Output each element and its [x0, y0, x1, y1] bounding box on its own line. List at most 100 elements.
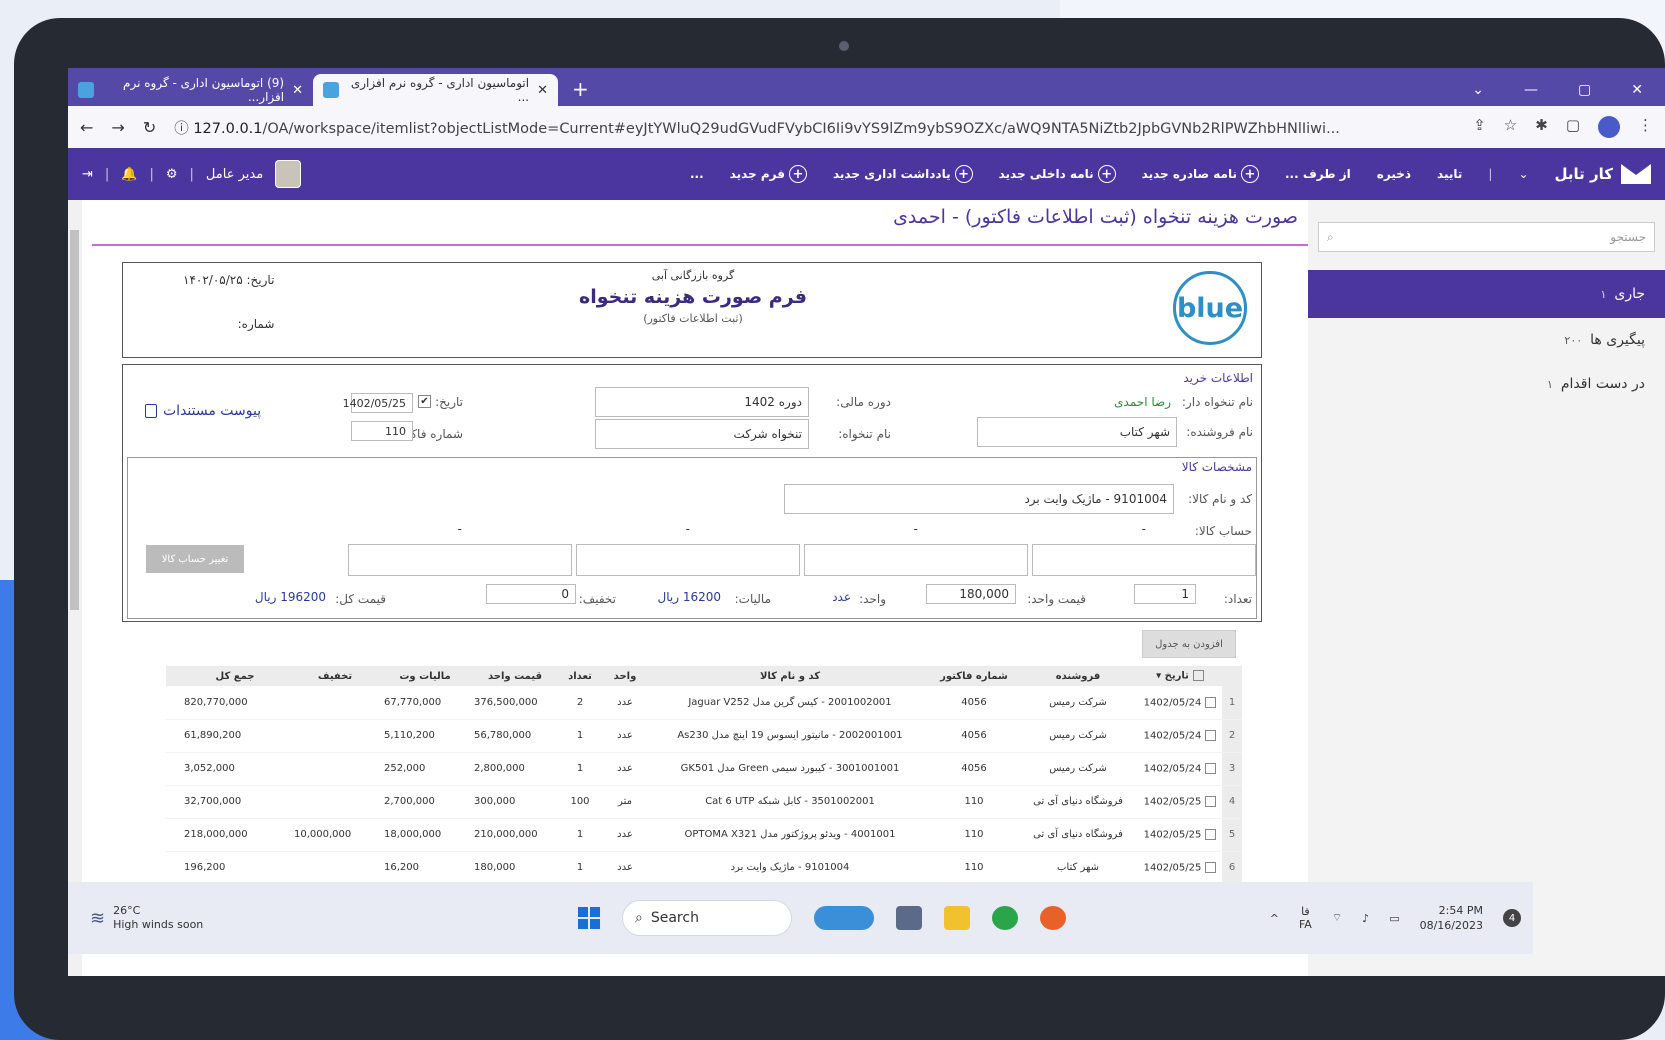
fiscal-field[interactable]: دوره 1402 [595, 387, 809, 417]
reload-icon[interactable]: ↻ [143, 118, 156, 137]
close-tab-icon[interactable]: ✕ [292, 83, 303, 98]
sidebar-item-current[interactable]: جاری ۱ [1308, 270, 1665, 318]
row-checkbox[interactable] [1205, 696, 1217, 708]
wifi-icon[interactable]: ⌔ [1332, 911, 1342, 925]
account-field-3[interactable] [576, 544, 800, 576]
chrome-icon[interactable] [992, 906, 1018, 930]
profile-avatar[interactable] [1598, 116, 1620, 138]
col-item[interactable]: کد و نام کالا [650, 666, 930, 686]
new-admin-note-button[interactable]: + یادداشت اداری جدید [833, 165, 973, 183]
clock[interactable]: 2:54 PM 08/16/2023 [1420, 903, 1483, 933]
scrollbar[interactable] [68, 200, 82, 976]
chevron-down-icon[interactable]: ⌄ [1472, 82, 1484, 98]
on-behalf-button[interactable]: از طرف ... [1285, 167, 1351, 181]
col-unit[interactable]: واحد [600, 666, 650, 686]
browser-tab-1[interactable]: ✕ (9) اتوماسیون اداری - گروه نرم افزار..… [68, 74, 313, 106]
bookmark-icon[interactable]: ☆ [1504, 116, 1517, 138]
add-to-table-button[interactable]: افزودن به جدول [1142, 630, 1236, 658]
firefox-icon[interactable] [1040, 906, 1066, 930]
table-row[interactable]: 2 1402/05/24 شرکت رمیس 4056 2002001001 - مان… [166, 719, 1242, 753]
account-field-2[interactable] [804, 544, 1028, 576]
back-icon[interactable]: ← [80, 118, 93, 137]
attach-documents-link[interactable]: پیوست مستندات [145, 403, 261, 419]
extensions-icon[interactable]: ✱ [1535, 116, 1548, 138]
col-discount[interactable]: تخفیف [290, 666, 380, 686]
col-unit-price[interactable]: قیمت واحد [470, 666, 560, 686]
new-internal-letter-button[interactable]: + نامه داخلی جدید [999, 165, 1116, 183]
weather-widget[interactable]: ≋ 26°C High winds soon [90, 904, 203, 932]
approve-button[interactable]: تایید [1437, 167, 1462, 181]
search-input[interactable]: جستجو ⌕ [1318, 222, 1655, 252]
row-checkbox[interactable] [1205, 861, 1217, 873]
col-qty[interactable]: تعداد [560, 666, 600, 686]
sidebar-item-followups[interactable]: پیگیری ها ۲۰۰ [1308, 318, 1665, 362]
petty-field[interactable]: تنخواه شرکت [595, 419, 809, 449]
windows-start-icon[interactable] [578, 907, 600, 929]
row-checkbox[interactable] [1205, 762, 1217, 774]
minimize-icon[interactable]: — [1524, 82, 1538, 98]
table-row[interactable]: 5 1402/05/25 فروشگاه دنیای آی تی 110 4001001… [166, 818, 1242, 852]
qty-field[interactable]: 1 [1134, 584, 1196, 604]
attach-label: پیوست مستندات [163, 403, 262, 419]
weather-status: High winds soon [113, 918, 204, 931]
main-content: صورت هزینه تنخواه (ثبت اطلاعات فاکتور) -… [82, 200, 1308, 976]
table-row[interactable]: 1 1402/05/24 شرکت رمیس 4056 2001002001 - کیس… [166, 686, 1242, 720]
avatar[interactable] [275, 160, 302, 188]
invoice-field[interactable]: 110 [351, 421, 413, 441]
more-button[interactable]: ... [690, 167, 704, 181]
account-field-4[interactable] [348, 544, 572, 576]
date-checkbox[interactable]: ✔ [418, 395, 431, 408]
new-outgoing-letter-button[interactable]: + نامه صادره جدید [1142, 165, 1259, 183]
row-checkbox[interactable] [1205, 828, 1217, 840]
scrollbar-thumb[interactable] [70, 230, 79, 610]
row-checkbox[interactable] [1205, 729, 1217, 741]
col-tax[interactable]: مالیات وت [380, 666, 470, 686]
col-date[interactable]: تاریخ ▾ [1138, 666, 1222, 686]
widget-app-icon[interactable] [814, 906, 874, 930]
unit-price-field[interactable]: 180,000 [926, 584, 1016, 604]
menu-icon[interactable]: ⋮ [1638, 116, 1653, 138]
share-icon[interactable]: ⇪ [1473, 116, 1486, 138]
logout-icon[interactable]: ⇥ [82, 167, 93, 182]
select-all-checkbox[interactable] [1192, 670, 1204, 682]
notification-bell-icon[interactable]: 🔔 [121, 167, 137, 182]
row-checkbox[interactable] [1205, 795, 1217, 807]
new-tab-button[interactable]: + [558, 77, 603, 106]
close-tab-icon[interactable]: ✕ [537, 83, 548, 98]
sidebar-item-in-progress[interactable]: در دست اقدام ۱ [1308, 362, 1665, 406]
sidebar-icon[interactable]: ▢ [1566, 116, 1580, 138]
col-invoice[interactable]: شماره فاکتور [930, 666, 1018, 686]
holder-link[interactable]: رضا احمدی [1114, 395, 1171, 409]
vendor-field[interactable]: شهر کتاب [977, 417, 1177, 447]
gear-icon[interactable]: ⚙ [166, 167, 178, 182]
chevron-up-icon[interactable]: ^ [1270, 912, 1279, 925]
save-button[interactable]: ذخیره [1377, 167, 1411, 181]
table-row[interactable]: 4 1402/05/25 فروشگاه دنیای آی تی 110 3501002… [166, 785, 1242, 819]
table-row[interactable]: 3 1402/05/24 شرکت رمیس 4056 3001001001 - کیب… [166, 752, 1242, 786]
col-vendor[interactable]: فروشنده [1018, 666, 1138, 686]
close-icon[interactable]: ✕ [1631, 82, 1643, 98]
url-field[interactable]: ⓘ 127.0.0.1/OA/workspace/itemlist?object… [174, 117, 1455, 138]
table-row[interactable]: 6 1402/05/25 شهر کتاب 110 9101004 - ماژیک وا… [166, 851, 1242, 885]
forward-icon[interactable]: → [111, 118, 124, 137]
notification-badge[interactable]: 4 [1503, 909, 1521, 927]
discount-field[interactable]: 0 [486, 584, 576, 604]
browser-tab-2[interactable]: ✕ اتوماسیون اداری - گروه نرم افزاری ... [313, 74, 558, 106]
battery-icon[interactable]: ▭ [1389, 912, 1399, 925]
task-view-icon[interactable] [896, 906, 922, 930]
file-explorer-icon[interactable] [944, 906, 970, 930]
volume-icon[interactable]: ♪ [1362, 912, 1369, 925]
maximize-icon[interactable]: ▢ [1578, 82, 1591, 98]
user-role[interactable]: مدیر عامل [206, 167, 263, 182]
account-field-1[interactable] [1032, 544, 1256, 576]
language-indicator[interactable]: فا FA [1299, 905, 1312, 931]
item-field[interactable]: 9101004 - ماژیک وایت برد [784, 484, 1174, 514]
col-total[interactable]: جمع کل [180, 666, 290, 686]
change-account-button[interactable]: تغییر حساب کالا [146, 545, 244, 573]
taskbar-search[interactable]: ⌕ Search [622, 900, 792, 936]
date-field[interactable]: 1402/05/25 [343, 393, 413, 413]
brand[interactable]: کار تابل [1555, 164, 1651, 184]
new-form-button[interactable]: + فرم جدید [730, 165, 807, 183]
chevron-down-icon[interactable]: ⌄ [1518, 167, 1528, 181]
cell-date-text: 1402/05/25 [1143, 796, 1202, 808]
